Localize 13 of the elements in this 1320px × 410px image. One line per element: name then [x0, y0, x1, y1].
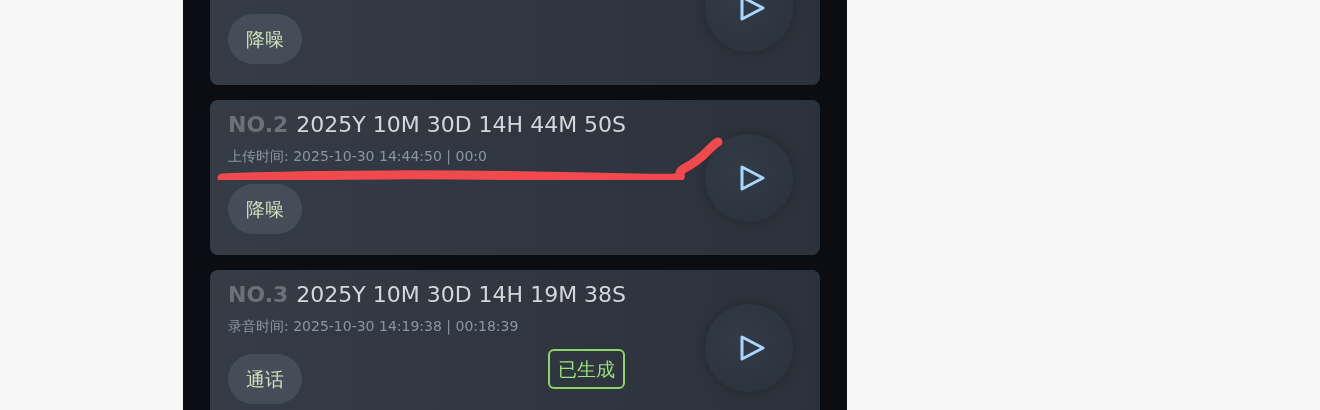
- recording-number: NO.2: [228, 112, 289, 138]
- category-tag: 降噪: [228, 184, 302, 234]
- recording-card[interactable]: 降噪: [210, 0, 820, 85]
- recording-title: 2025Y 10M 30D 14H 44M 50S: [296, 112, 627, 138]
- recording-info: 上传时间: 2025-10-30 14:44:50 | 00:0: [228, 148, 488, 166]
- status-badge: 已生成: [548, 349, 625, 389]
- recording-info: 录音时间: 2025-10-30 14:19:38 | 00:18:39: [228, 318, 520, 336]
- recording-card[interactable]: NO.3 2025Y 10M 30D 14H 19M 38S 录音时间: 2025-10-30 14:19:38 | 00:18:39 通话 已生成: [210, 270, 820, 410]
- category-tag: 降噪: [228, 14, 302, 64]
- recording-number: NO.3: [228, 282, 289, 308]
- category-tag: 通话: [228, 354, 302, 404]
- recording-card[interactable]: NO.2 2025Y 10M 30D 14H 44M 50S 上传时间: 2025-10-30 14:44:50 | 00:0 降噪: [210, 100, 820, 255]
- recording-title: 2025Y 10M 30D 14H 19M 38S: [296, 282, 627, 308]
